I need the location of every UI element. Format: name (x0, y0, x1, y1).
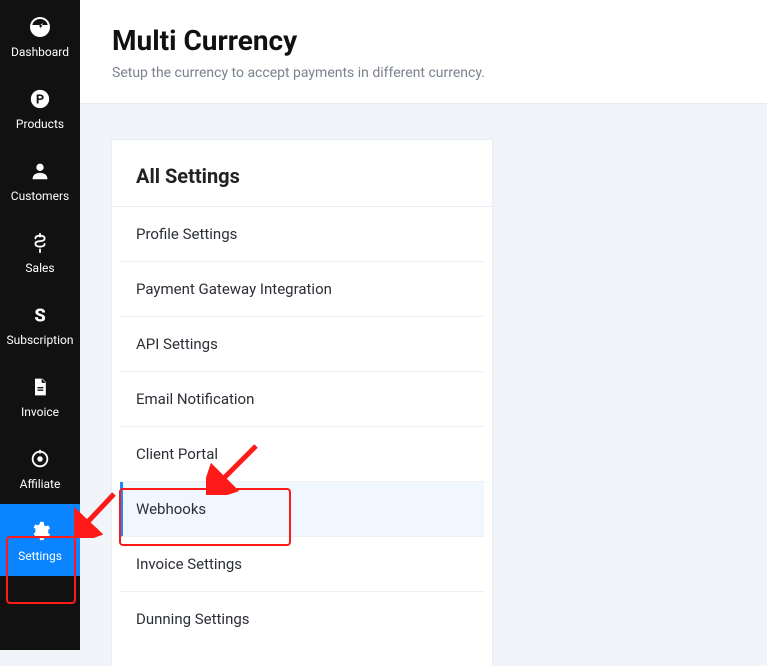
sidebar-item-sales[interactable]: Sales (0, 216, 80, 288)
page-title: Multi Currency (112, 24, 735, 57)
settings-list: Profile Settings Payment Gateway Integra… (112, 207, 492, 666)
sidebar: Dashboard P Products Customers Sales S S… (0, 0, 80, 650)
sidebar-item-affiliate[interactable]: Affiliate (0, 432, 80, 504)
sales-icon (26, 229, 54, 257)
sidebar-item-subscription[interactable]: S Subscription (0, 288, 80, 360)
sidebar-item-invoice[interactable]: Invoice (0, 360, 80, 432)
sidebar-item-label: Affiliate (20, 477, 61, 491)
settings-item-client-portal[interactable]: Client Portal (120, 427, 484, 482)
panel-title: All Settings (112, 140, 492, 206)
settings-item-api[interactable]: API Settings (120, 317, 484, 372)
products-icon: P (26, 85, 54, 113)
affiliate-icon (26, 445, 54, 473)
settings-item-payment-gateway[interactable]: Payment Gateway Integration (120, 262, 484, 317)
sidebar-item-products[interactable]: P Products (0, 72, 80, 144)
page-subtitle: Setup the currency to accept payments in… (112, 65, 735, 81)
sidebar-item-label: Products (16, 117, 64, 131)
main: Multi Currency Setup the currency to acc… (80, 0, 767, 650)
settings-item-email[interactable]: Email Notification (120, 372, 484, 427)
customers-icon (26, 157, 54, 185)
sidebar-item-label: Settings (18, 549, 62, 563)
sidebar-item-dashboard[interactable]: Dashboard (0, 0, 80, 72)
content: All Settings Profile Settings Payment Ga… (80, 104, 767, 666)
sidebar-item-label: Dashboard (11, 45, 69, 59)
invoice-icon (26, 373, 54, 401)
settings-item-dunning[interactable]: Dunning Settings (120, 592, 484, 646)
page-header: Multi Currency Setup the currency to acc… (80, 0, 767, 104)
subscription-icon: S (26, 301, 54, 329)
settings-item-profile[interactable]: Profile Settings (120, 207, 484, 262)
gear-icon (26, 517, 54, 545)
settings-item-invoice[interactable]: Invoice Settings (120, 537, 484, 592)
sidebar-item-label: Subscription (7, 333, 74, 347)
sidebar-item-label: Sales (25, 261, 54, 275)
svg-text:P: P (36, 93, 44, 108)
settings-panel: All Settings Profile Settings Payment Ga… (112, 140, 492, 666)
dashboard-icon (26, 13, 54, 41)
sidebar-item-settings[interactable]: Settings (0, 504, 80, 576)
settings-item-webhooks[interactable]: Webhooks (120, 482, 484, 537)
sidebar-item-label: Invoice (21, 405, 59, 419)
svg-text:S: S (34, 305, 45, 326)
sidebar-item-label: Customers (11, 189, 69, 203)
sidebar-item-customers[interactable]: Customers (0, 144, 80, 216)
